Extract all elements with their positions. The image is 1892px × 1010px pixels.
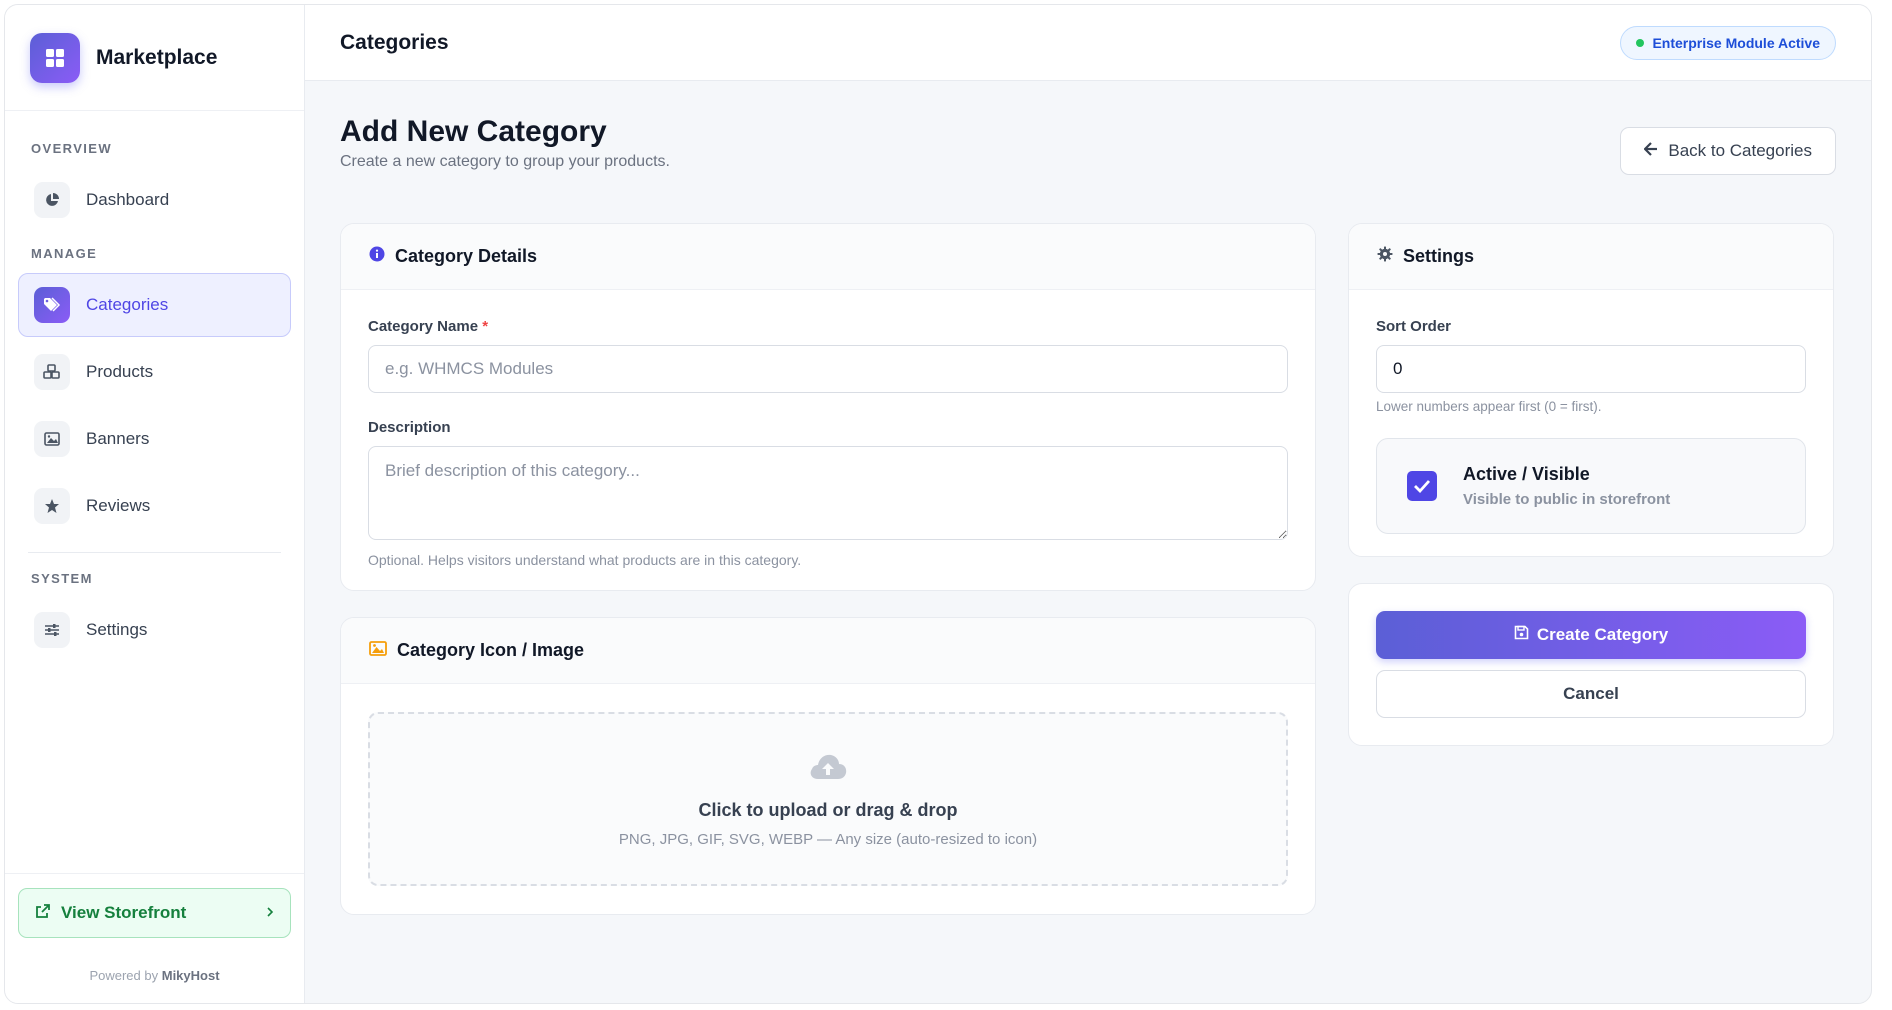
- sidebar-item-label: Categories: [86, 295, 169, 314]
- tags-icon: [34, 287, 70, 323]
- card-title: Category Icon / Image: [397, 640, 585, 660]
- card-body: Create Category Cancel: [1349, 584, 1833, 745]
- page-content: Add New Category Create a new category t…: [305, 81, 1871, 1003]
- settings-card: Settings Sort Order Lower numbers appear…: [1348, 223, 1834, 557]
- arrow-left-icon: [1643, 141, 1658, 161]
- external-link-icon: [35, 903, 51, 924]
- section-label-system: SYSTEM: [31, 571, 93, 586]
- right-column: Settings Sort Order Lower numbers appear…: [1348, 223, 1834, 915]
- sort-order-help: Lower numbers appear first (0 = first).: [1376, 399, 1602, 414]
- create-category-label: Create Category: [1536, 625, 1669, 644]
- pie-chart-icon: [34, 182, 70, 218]
- status-badge-label: Enterprise Module Active: [1652, 34, 1820, 51]
- sidebar-item-banners[interactable]: Banners: [18, 407, 291, 471]
- image-icon: [369, 640, 387, 661]
- upload-title: Click to upload or drag & drop: [698, 799, 958, 820]
- category-name-label: Category Name *: [368, 318, 1288, 335]
- description-textarea[interactable]: [368, 446, 1288, 540]
- card-body: Click to upload or drag & drop PNG, JPG,…: [341, 684, 1315, 914]
- image-icon: [34, 421, 70, 457]
- cancel-button[interactable]: Cancel: [1376, 670, 1806, 718]
- sidebar-item-dashboard[interactable]: Dashboard: [18, 168, 291, 232]
- back-button-label: Back to Categories: [1668, 141, 1812, 160]
- app-window: Marketplace OVERVIEW Dashboard MANAGE Ca…: [4, 4, 1872, 1004]
- powered-prefix: Powered by: [89, 968, 159, 983]
- topbar: Categories Enterprise Module Active: [305, 5, 1871, 81]
- sliders-icon: [34, 612, 70, 648]
- active-visible-subtitle: Visible to public in storefront: [1463, 491, 1671, 508]
- sidebar-item-label: Settings: [86, 620, 148, 639]
- view-storefront-label: View Storefront: [61, 903, 187, 922]
- gear-icon: [1377, 246, 1393, 267]
- status-badge: Enterprise Module Active: [1620, 25, 1836, 60]
- image-upload-dropzone[interactable]: Click to upload or drag & drop PNG, JPG,…: [368, 712, 1288, 886]
- cloud-upload-icon: [808, 751, 848, 786]
- sidebar-item-reviews[interactable]: Reviews: [18, 474, 291, 538]
- back-to-categories-button[interactable]: Back to Categories: [1620, 127, 1836, 175]
- sort-order-input[interactable]: [1376, 345, 1806, 393]
- active-visible-text: Active / Visible Visible to public in st…: [1463, 464, 1670, 508]
- star-icon: [34, 488, 70, 524]
- cubes-icon: [34, 354, 70, 390]
- grid-icon: [30, 32, 80, 83]
- sidebar-footer: View Storefront Powered by MikyHost: [5, 873, 304, 1003]
- card-header: Category Icon / Image: [341, 618, 1315, 684]
- category-image-card: Category Icon / Image Click to upload or…: [340, 617, 1316, 915]
- sidebar-item-label: Dashboard: [86, 190, 170, 209]
- status-dot-icon: [1636, 38, 1645, 47]
- main-area: Categories Enterprise Module Active Add …: [305, 5, 1871, 1003]
- brand: Marketplace: [5, 5, 304, 111]
- description-help: Optional. Helps visitors understand what…: [368, 552, 802, 568]
- category-name-input[interactable]: [368, 345, 1288, 393]
- form-columns: Category Details Category Name * Descrip…: [340, 223, 1836, 915]
- left-column: Category Details Category Name * Descrip…: [340, 223, 1316, 915]
- description-label: Description: [368, 419, 451, 436]
- card-title: Settings: [1403, 246, 1475, 266]
- create-category-button[interactable]: Create Category: [1376, 611, 1806, 659]
- category-name-label-text: Category Name: [368, 318, 479, 335]
- page-subtitle: Create a new category to group your prod…: [340, 153, 670, 170]
- card-title: Category Details: [395, 246, 538, 266]
- section-label-overview: OVERVIEW: [31, 141, 113, 156]
- active-visible-title: Active / Visible: [1463, 464, 1590, 484]
- sidebar-item-categories[interactable]: Categories: [18, 273, 291, 337]
- active-checkbox[interactable]: [1407, 471, 1437, 501]
- active-visible-toggle[interactable]: Active / Visible Visible to public in st…: [1376, 438, 1806, 534]
- topbar-title: Categories: [340, 30, 449, 54]
- powered-by: Powered by MikyHost: [18, 968, 291, 983]
- check-icon: [1414, 480, 1431, 493]
- page-title: Add New Category: [340, 115, 607, 148]
- sort-order-label: Sort Order: [1376, 318, 1452, 335]
- sidebar-item-settings[interactable]: Settings: [18, 598, 291, 662]
- nav-divider: [28, 552, 281, 553]
- card-body: Category Name * Description Optional. He…: [341, 290, 1315, 590]
- sidebar-item-label: Reviews: [86, 496, 151, 515]
- brand-name: Marketplace: [96, 45, 218, 69]
- sidebar-item-label: Products: [86, 362, 154, 381]
- required-mark: *: [482, 318, 489, 335]
- sidebar-item-label: Banners: [86, 429, 150, 448]
- sidebar: Marketplace OVERVIEW Dashboard MANAGE Ca…: [5, 5, 305, 1003]
- sidebar-nav: OVERVIEW Dashboard MANAGE Categories Pro…: [5, 111, 304, 873]
- info-icon: [369, 246, 385, 267]
- card-body: Sort Order Lower numbers appear first (0…: [1349, 290, 1833, 556]
- upload-hint: PNG, JPG, GIF, SVG, WEBP — Any size (aut…: [618, 830, 1038, 848]
- actions-card: Create Category Cancel: [1348, 583, 1834, 746]
- page-header: Add New Category Create a new category t…: [340, 115, 1836, 215]
- powered-brand[interactable]: MikyHost: [162, 968, 220, 983]
- category-details-card: Category Details Category Name * Descrip…: [340, 223, 1316, 591]
- card-header: Settings: [1349, 224, 1833, 290]
- view-storefront-button[interactable]: View Storefront: [18, 888, 291, 938]
- sidebar-item-products[interactable]: Products: [18, 340, 291, 404]
- card-header: Category Details: [341, 224, 1315, 290]
- save-icon: [1514, 625, 1529, 645]
- section-label-manage: MANAGE: [31, 246, 98, 261]
- chevron-right-icon: [266, 904, 274, 922]
